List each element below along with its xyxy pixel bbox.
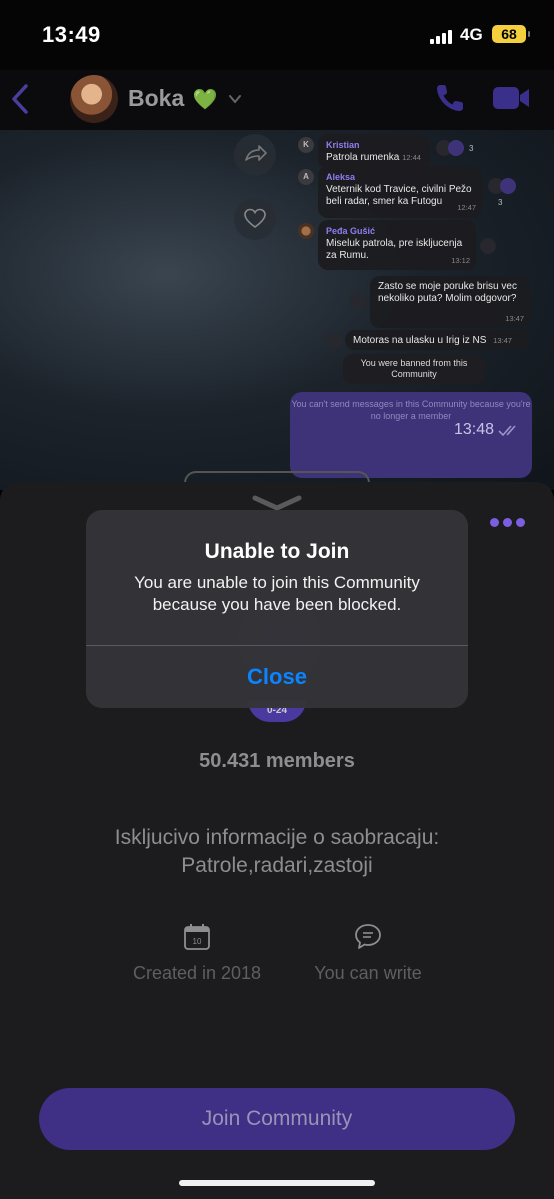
chat-title[interactable]: Boka 💚 — [128, 85, 218, 112]
video-call-icon[interactable] — [492, 84, 530, 112]
message-sender: Kristian — [326, 140, 360, 150]
battery-icon: 68 — [492, 25, 530, 43]
alert-title: Unable to Join — [204, 540, 350, 563]
chat-name-emoji: 💚 — [192, 89, 218, 111]
message-time: 12:47 — [457, 203, 476, 212]
chat-header: Boka 💚 — [0, 70, 554, 130]
chat-bubble-icon — [355, 924, 381, 949]
avatar[interactable] — [70, 75, 118, 123]
back-arrow-icon[interactable] — [8, 82, 34, 116]
home-indicator[interactable] — [179, 1180, 375, 1186]
reaction-count: 3 — [498, 198, 503, 207]
alert-message: You are unable to join this Community be… — [134, 573, 420, 614]
chat-background: K Kristian Patrola rumenka 12:44 3 A Ale… — [0, 130, 554, 490]
message-text: Patrola rumenka 12:44 — [326, 152, 421, 163]
message-bubble[interactable]: Aleksa Veternik kod Travice, civilni Pež… — [318, 166, 482, 218]
calendar-day: 10 — [193, 937, 202, 946]
heart-icon[interactable] — [350, 293, 366, 309]
message-bubble[interactable]: Peđa Gušić Miseluk patrola, pre iskljuce… — [318, 220, 476, 270]
community-description: Iskljucivo informacije o saobracaju: Pat… — [114, 826, 440, 877]
message-text: Zasto se moje poruke brisu vec nekoliko … — [378, 281, 517, 304]
alert-dialog: Unable to Join You are unable to join th… — [86, 510, 468, 708]
message-sender: Peđa Gušić — [326, 226, 376, 236]
last-message-time: 13:48 — [453, 421, 494, 438]
message-time: 13:47 — [493, 336, 512, 345]
like-button[interactable] — [234, 198, 276, 240]
message-sender: Aleksa — [326, 172, 356, 182]
reaction-count: 3 — [469, 144, 474, 153]
share-icon — [245, 145, 267, 161]
message-bubble[interactable]: Zasto se moje poruke brisu vec nekoliko … — [370, 276, 530, 328]
join-community-button[interactable]: Join Community — [39, 1088, 515, 1150]
network-type: 4G — [460, 25, 483, 44]
status-bar: 13:49 4G 68 — [0, 0, 554, 70]
write-permission-label: You can write — [314, 963, 422, 983]
message-time: 13:12 — [451, 256, 470, 265]
message-text: Motoras na ulasku u Irig iz NS — [353, 335, 487, 346]
message-time: 12:44 — [402, 153, 421, 162]
sender-initial: A — [298, 169, 314, 185]
sender-avatar — [298, 223, 314, 239]
chat-name: Boka — [128, 85, 185, 111]
signal-icon — [430, 28, 454, 44]
message-bubble[interactable]: Motoras na ulasku u Irig iz NS 13:47 — [345, 330, 529, 350]
heart-icon[interactable] — [480, 238, 496, 254]
heart-icon — [500, 178, 516, 194]
membership-notice: You can't send messages in this Communit… — [290, 392, 532, 478]
message-bubble[interactable]: Kristian Patrola rumenka 12:44 — [318, 134, 430, 169]
more-options-icon[interactable] — [490, 518, 526, 528]
created-label: Created in 2018 — [132, 963, 262, 983]
sender-initial: K — [298, 137, 314, 153]
message-text: Veternik kod Travice, civilni Pežo beli … — [326, 184, 472, 207]
message-text: Miseluk patrola, pre iskljucenja za Rumu… — [326, 238, 463, 261]
heart-icon[interactable] — [326, 333, 342, 349]
heart-icon — [244, 208, 266, 228]
chevron-down-icon[interactable] — [228, 92, 242, 106]
calendar-icon: 10 — [184, 924, 210, 950]
members-count: 50.431 members — [199, 750, 355, 772]
close-button[interactable]: Close — [86, 646, 468, 708]
heart-icon — [448, 140, 464, 156]
read-ticks-icon — [498, 425, 516, 437]
message-time: 13:47 — [505, 314, 524, 323]
share-button[interactable] — [234, 134, 276, 176]
cant-send-notice: You can't send messages in this Communit… — [291, 399, 531, 421]
status-time: 13:49 — [42, 22, 101, 47]
phone-icon[interactable] — [434, 82, 466, 114]
banned-notice: You were banned from this Community — [343, 354, 485, 384]
